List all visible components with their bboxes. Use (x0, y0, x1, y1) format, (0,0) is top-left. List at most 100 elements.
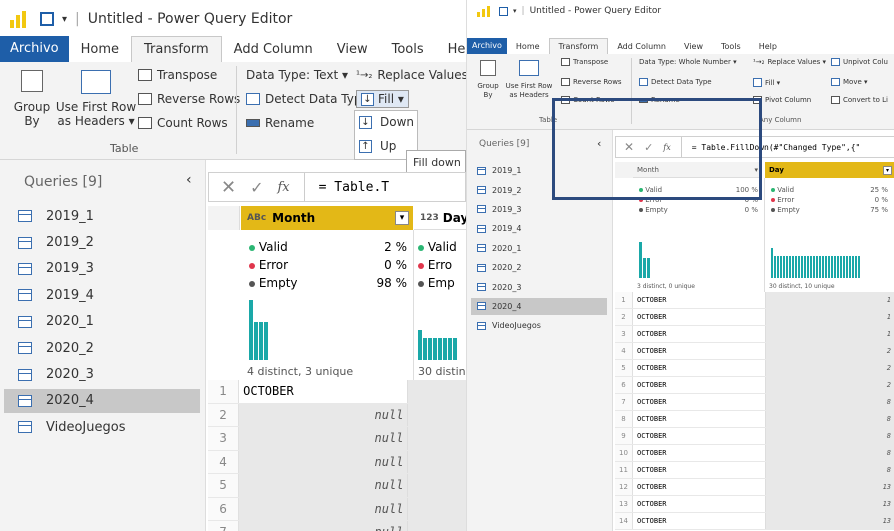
cell-month[interactable]: OCTOBER (633, 445, 765, 461)
text-type-icon[interactable]: ABc (247, 213, 266, 223)
table-row[interactable]: 3 null (208, 427, 466, 451)
group-by-button[interactable]: Group By (10, 70, 54, 128)
table-menu-icon[interactable] (208, 206, 240, 230)
cell-month[interactable]: OCTOBER (633, 496, 765, 512)
replace-values-button[interactable]: ¹→₂ Replace Values ▾ (753, 58, 826, 66)
fill-up-item[interactable]: ↑ Up (359, 139, 396, 153)
filter-dropdown-icon[interactable]: ▾ (883, 165, 892, 175)
table-row[interactable]: 5 OCTOBER 2 (615, 360, 894, 377)
table-row[interactable]: 6 null (208, 497, 466, 521)
query-item[interactable]: 2020_2 (4, 336, 200, 360)
cell-month[interactable]: OCTOBER (633, 462, 765, 478)
rename-button[interactable]: Rename (246, 116, 314, 130)
query-item[interactable]: VideoJuegos (471, 317, 607, 334)
cell-month[interactable]: OCTOBER (633, 292, 765, 308)
table-row[interactable]: 4 null (208, 450, 466, 474)
column-header-day[interactable]: Day ▾ (765, 162, 894, 178)
query-item[interactable]: 2020_4 (4, 388, 200, 414)
table-row[interactable]: 1 OCTOBER 1 (615, 292, 894, 309)
transpose-button[interactable]: Transpose (138, 68, 217, 82)
cell-month[interactable]: OCTOBER (633, 377, 765, 393)
cell-day[interactable] (407, 521, 466, 531)
group-by-button[interactable]: Group By (473, 60, 503, 100)
tab-home[interactable]: Home (507, 42, 549, 51)
use-first-row-button[interactable]: Use First Row as Headers (505, 60, 553, 100)
cell-day[interactable]: 8 (765, 428, 894, 444)
tab-transform[interactable]: Transform (548, 38, 609, 54)
cell-day[interactable] (407, 474, 466, 497)
cell-day[interactable]: 8 (765, 394, 894, 410)
query-item[interactable]: 2019_4 (4, 283, 200, 307)
use-first-row-button[interactable]: Use First Row as Headers ▾ (56, 70, 136, 128)
cell-month[interactable]: OCTOBER (633, 411, 765, 427)
cell-month[interactable]: null (239, 497, 408, 520)
cell-day[interactable]: 8 (765, 445, 894, 461)
tab-transform[interactable]: Transform (131, 36, 222, 62)
tab-home[interactable]: Home (69, 42, 131, 57)
tab-help[interactable]: Help (750, 42, 786, 51)
cell-month[interactable]: OCTOBER (633, 394, 765, 410)
tab-tools[interactable]: Tools (380, 42, 436, 57)
whole-number-type-icon[interactable]: 123 (420, 213, 439, 223)
query-item[interactable]: 2020_1 (4, 310, 200, 334)
table-row[interactable]: 7 OCTOBER 8 (615, 394, 894, 411)
cell-day[interactable] (407, 427, 466, 450)
cell-day[interactable]: 1 (765, 292, 894, 308)
table-row[interactable]: 2 null (208, 403, 466, 427)
quick-access-dropdown-icon[interactable]: ▾ (513, 7, 517, 15)
query-item[interactable]: 2019_4 (471, 220, 607, 237)
query-item[interactable]: 2020_3 (4, 362, 200, 386)
count-rows-button[interactable]: Count Rows (138, 116, 228, 130)
table-row[interactable]: 9 OCTOBER 8 (615, 428, 894, 445)
tab-view[interactable]: View (325, 42, 380, 57)
fill-down-item[interactable]: ↓ Down (359, 115, 414, 129)
query-item[interactable]: 2019_3 (471, 201, 607, 218)
filter-dropdown-icon[interactable]: ▾ (395, 211, 409, 225)
formula-text[interactable]: = Table.T (319, 180, 389, 195)
cell-month[interactable]: OCTOBER (239, 380, 407, 403)
query-item[interactable]: 2019_3 (4, 257, 200, 281)
tab-view[interactable]: View (675, 42, 712, 51)
cell-month[interactable]: OCTOBER (633, 343, 765, 359)
cell-day[interactable]: 8 (765, 411, 894, 427)
tab-help[interactable]: Help (436, 42, 466, 57)
cell-month[interactable]: OCTOBER (633, 360, 765, 376)
table-row[interactable]: 10 OCTOBER 8 (615, 445, 894, 462)
table-row[interactable]: 1 OCTOBER (208, 380, 466, 404)
table-row[interactable]: 13 OCTOBER 13 (615, 496, 894, 513)
column-header-month[interactable]: ABc Month ▾ (241, 206, 413, 230)
cell-month[interactable]: null (239, 427, 408, 450)
cancel-icon[interactable]: ✕ (221, 177, 236, 198)
data-type-dropdown[interactable]: Data Type: Whole Number ▾ (639, 58, 737, 66)
detect-data-type-button[interactable]: Detect Data Type (246, 92, 369, 106)
cell-month[interactable]: OCTOBER (633, 326, 765, 342)
cell-month[interactable]: null (239, 521, 408, 531)
save-icon[interactable] (499, 6, 508, 16)
cell-month[interactable]: null (239, 403, 408, 426)
cell-day[interactable]: 1 (765, 326, 894, 342)
save-icon[interactable] (40, 12, 54, 26)
table-row[interactable]: 11 OCTOBER 8 (615, 462, 894, 479)
cell-month[interactable]: OCTOBER (633, 428, 765, 444)
cell-day[interactable]: 1 (765, 309, 894, 325)
quick-access-dropdown-icon[interactable]: ▾ (62, 14, 67, 25)
cell-day[interactable]: 13 (765, 496, 894, 512)
move-button[interactable]: Move ▾ (831, 78, 868, 86)
commit-icon[interactable]: ✓ (250, 178, 263, 197)
convert-to-list-button[interactable]: Convert to Li (831, 96, 888, 104)
query-item[interactable]: 2020_4 (471, 297, 607, 316)
query-item[interactable]: VideoJuegos (4, 415, 200, 439)
query-item[interactable]: 2019_1 (4, 204, 200, 228)
cell-month[interactable]: null (239, 474, 408, 497)
collapse-chevron-icon[interactable]: ‹ (186, 172, 192, 188)
table-row[interactable]: 8 OCTOBER 8 (615, 411, 894, 428)
cell-day[interactable] (407, 450, 466, 473)
table-row[interactable]: 5 null (208, 474, 466, 498)
data-type-dropdown[interactable]: Data Type: Text ▾ (246, 68, 348, 82)
fill-button[interactable]: Fill ▾ (753, 78, 780, 87)
tab-add-column[interactable]: Add Column (222, 42, 325, 57)
query-item[interactable]: 2019_2 (4, 230, 200, 254)
table-row[interactable]: 6 OCTOBER 2 (615, 377, 894, 394)
table-row[interactable]: 4 OCTOBER 2 (615, 343, 894, 360)
cell-month[interactable]: OCTOBER (633, 309, 765, 325)
